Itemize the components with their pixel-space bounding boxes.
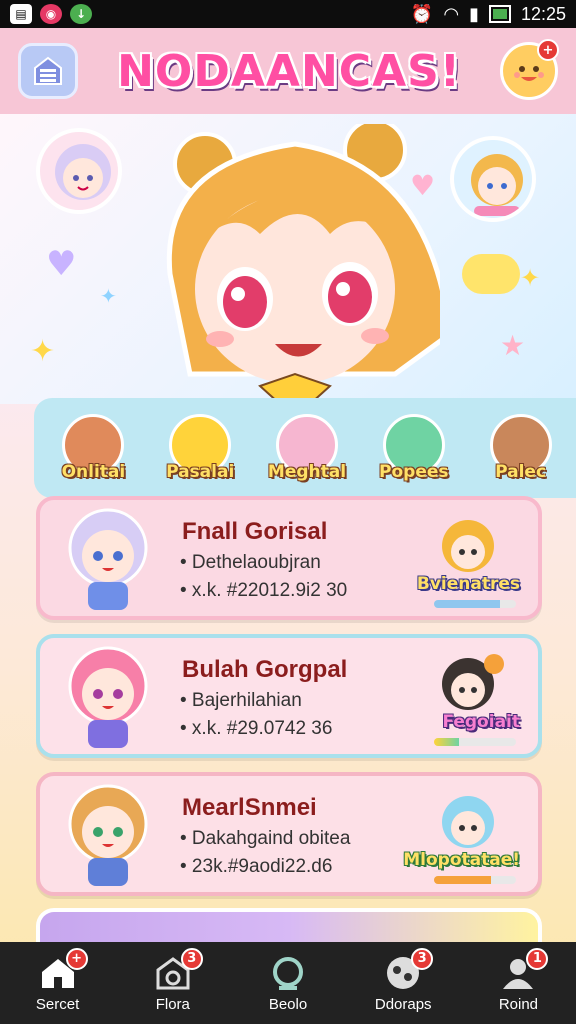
bottom-navigation: + Sercet 3 Flora Beolo 3 Ddoraps 1 Roind bbox=[0, 942, 576, 1024]
card-detail: • 23k.#9aodi22.d6 bbox=[180, 856, 333, 877]
card-tag: Mlopotatae! bbox=[403, 850, 520, 870]
user-icon: 1 bbox=[498, 947, 549, 992]
card-detail: • Dakahgaind obitea bbox=[180, 828, 351, 849]
home-icon: + bbox=[38, 947, 88, 992]
character-card[interactable]: MearlSnmei • Dakahgaind obitea • 23k.#9a… bbox=[36, 772, 542, 896]
progress-bar bbox=[434, 600, 516, 608]
chibi-avatar-icon bbox=[68, 646, 148, 748]
menu-button[interactable] bbox=[18, 43, 78, 99]
category-item[interactable]: Pasalai bbox=[150, 414, 250, 482]
download-icon: ↓ bbox=[70, 4, 92, 24]
category-label: Palec bbox=[495, 462, 547, 482]
category-label: Pasalai bbox=[166, 462, 235, 482]
category-strip: Onlitai Pasalai Meghtal Popees Palec bbox=[34, 398, 576, 498]
clock: 12:25 bbox=[520, 3, 566, 24]
nav-badge: + bbox=[65, 947, 88, 970]
category-label: Popees bbox=[379, 462, 449, 482]
category-item[interactable]: Meghtal bbox=[257, 414, 357, 482]
card-detail: • Dethelaoubjran bbox=[180, 552, 321, 573]
home-list-icon bbox=[34, 56, 62, 85]
avatar-blonde[interactable] bbox=[450, 136, 536, 222]
card-detail: • Bajerhilahian bbox=[180, 690, 302, 711]
card-detail: • x.k. #22012.9i2 30 bbox=[180, 580, 348, 601]
game-controller-icon: 3 bbox=[383, 947, 434, 992]
card-title: Bulah Gorgpal bbox=[182, 656, 348, 683]
star-icon: ★ bbox=[500, 329, 526, 362]
character-card[interactable]: Fnall Gorisal • Dethelaoubjran • x.k. #2… bbox=[36, 496, 542, 620]
battery-icon bbox=[488, 5, 511, 23]
status-bar: ▤ ◉ ↓ ⏰ ◠ ▮ 12:25 bbox=[0, 0, 576, 28]
chibi-avatar-icon bbox=[68, 508, 148, 610]
progress-bar bbox=[434, 876, 516, 884]
nav-badge: 3 bbox=[411, 947, 434, 970]
sparkle-icon: ✦ bbox=[30, 334, 56, 369]
card-title: MearlSnmei bbox=[182, 794, 317, 821]
category-label: Meghtal bbox=[267, 462, 347, 482]
nav-label: Flora bbox=[155, 995, 190, 1013]
sparkle-icon: ✦ bbox=[520, 264, 541, 292]
wifi-icon: ◠ bbox=[443, 3, 460, 24]
card-tag: Bvienatres bbox=[416, 574, 520, 594]
app-title: NODAANCAS! bbox=[117, 45, 461, 97]
alarm-icon: ⏰ bbox=[410, 3, 434, 24]
nav-item-home[interactable]: + Sercet bbox=[0, 942, 115, 1024]
card-title: Fnall Gorisal bbox=[182, 518, 328, 545]
profile-button[interactable]: + bbox=[500, 39, 559, 100]
hero-mascot-illustration bbox=[166, 124, 440, 404]
chat-bubble-icon bbox=[462, 254, 520, 294]
nav-label: Sercet bbox=[35, 995, 80, 1013]
hero-banner: ♥ ✦ ✦ ✦ ★ ♥ bbox=[0, 114, 576, 404]
category-item[interactable]: Palec bbox=[471, 414, 571, 482]
nav-label: Beolo bbox=[268, 995, 308, 1013]
character-card[interactable]: Bulah Gorgpal • Bajerhilahian • x.k. #29… bbox=[36, 634, 542, 758]
nav-item-drops[interactable]: 3 Ddoraps bbox=[346, 942, 461, 1024]
card-tag: Fegoiait bbox=[442, 712, 520, 732]
card-detail: • x.k. #29.0742 36 bbox=[180, 718, 333, 739]
sparkle-icon: ✦ bbox=[100, 284, 117, 308]
nav-badge: 1 bbox=[526, 947, 549, 970]
search-icon bbox=[268, 954, 308, 992]
photo-icon: 3 bbox=[153, 947, 203, 992]
chibi-avatar-icon bbox=[471, 154, 523, 216]
category-label: Onlitai bbox=[61, 462, 126, 482]
progress-bar bbox=[434, 738, 516, 746]
nav-label: Roind bbox=[498, 995, 539, 1013]
nav-item-profile[interactable]: 1 Roind bbox=[461, 942, 576, 1024]
signal-icon: ▮ bbox=[469, 3, 479, 24]
app-header: NODAANCAS! + bbox=[0, 28, 576, 114]
chibi-avatar-icon bbox=[55, 144, 111, 200]
category-item[interactable]: Onlitai bbox=[43, 414, 143, 482]
nav-item-search[interactable]: Beolo bbox=[230, 942, 345, 1024]
nav-label: Ddoraps bbox=[374, 995, 432, 1013]
chibi-avatar-icon bbox=[68, 784, 148, 886]
category-item[interactable]: Popees bbox=[364, 414, 464, 482]
nav-badge: 3 bbox=[180, 947, 203, 970]
heart-icon: ♥ bbox=[46, 244, 77, 284]
avatar-lilac[interactable] bbox=[36, 128, 122, 214]
nav-item-flora[interactable]: 3 Flora bbox=[115, 942, 230, 1024]
app-notification-icon: ◉ bbox=[40, 4, 62, 24]
profile-badge: + bbox=[537, 39, 559, 61]
notification-icon: ▤ bbox=[10, 4, 32, 24]
